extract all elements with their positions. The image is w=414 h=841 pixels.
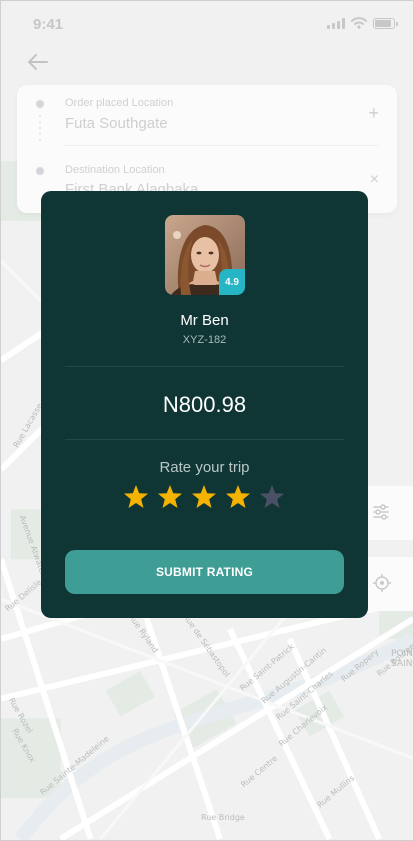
clear-destination-icon[interactable]: × [370,171,379,189]
origin-dot-icon [36,100,44,108]
wifi-icon [351,17,367,29]
destination-label: Destination Location [65,164,165,176]
vehicle-plate: XYZ-182 [182,334,227,346]
filter-icon[interactable] [373,503,389,521]
locate-target-icon[interactable] [373,574,391,592]
star-3-icon[interactable] [191,484,217,510]
driver-name: Mr Ben [180,312,229,329]
battery-icon [373,17,398,29]
status-bar: 9:41 [1,1,413,45]
status-icons [327,17,398,29]
trip-fare: N800.98 [162,392,247,417]
location-divider [65,145,379,146]
map-label: POIN SAIN [391,649,413,669]
add-stop-icon[interactable]: + [368,103,379,124]
star-5-icon[interactable] [259,484,285,510]
rate-trip-label: Rate your trip [159,459,250,476]
driver-avatar-wrap: 4.9 [165,215,245,295]
modal-divider [65,439,344,440]
map-label: Rue Bridge [201,813,245,822]
destination-dot-icon [36,167,44,175]
app-screen: Rue Saint-Patrick Rue Augustin-Cantin Ru… [0,0,414,841]
origin-value[interactable]: Futa Southgate [65,115,168,132]
star-rating[interactable] [123,484,285,510]
star-2-icon[interactable] [157,484,183,510]
star-1-icon[interactable] [123,484,149,510]
back-arrow-icon[interactable] [27,53,49,71]
rating-modal: 4.9 Mr Ben XYZ-182 N800.98 Rate your tri… [41,191,368,618]
star-4-icon[interactable] [225,484,251,510]
route-line [39,115,41,145]
driver-rating-badge: 4.9 [219,269,245,295]
submit-rating-button[interactable]: SUBMIT RATING [65,550,344,594]
status-time: 9:41 [33,16,64,33]
signal-icon [327,17,345,29]
origin-label: Order placed Location [65,97,174,109]
modal-divider [65,366,344,367]
